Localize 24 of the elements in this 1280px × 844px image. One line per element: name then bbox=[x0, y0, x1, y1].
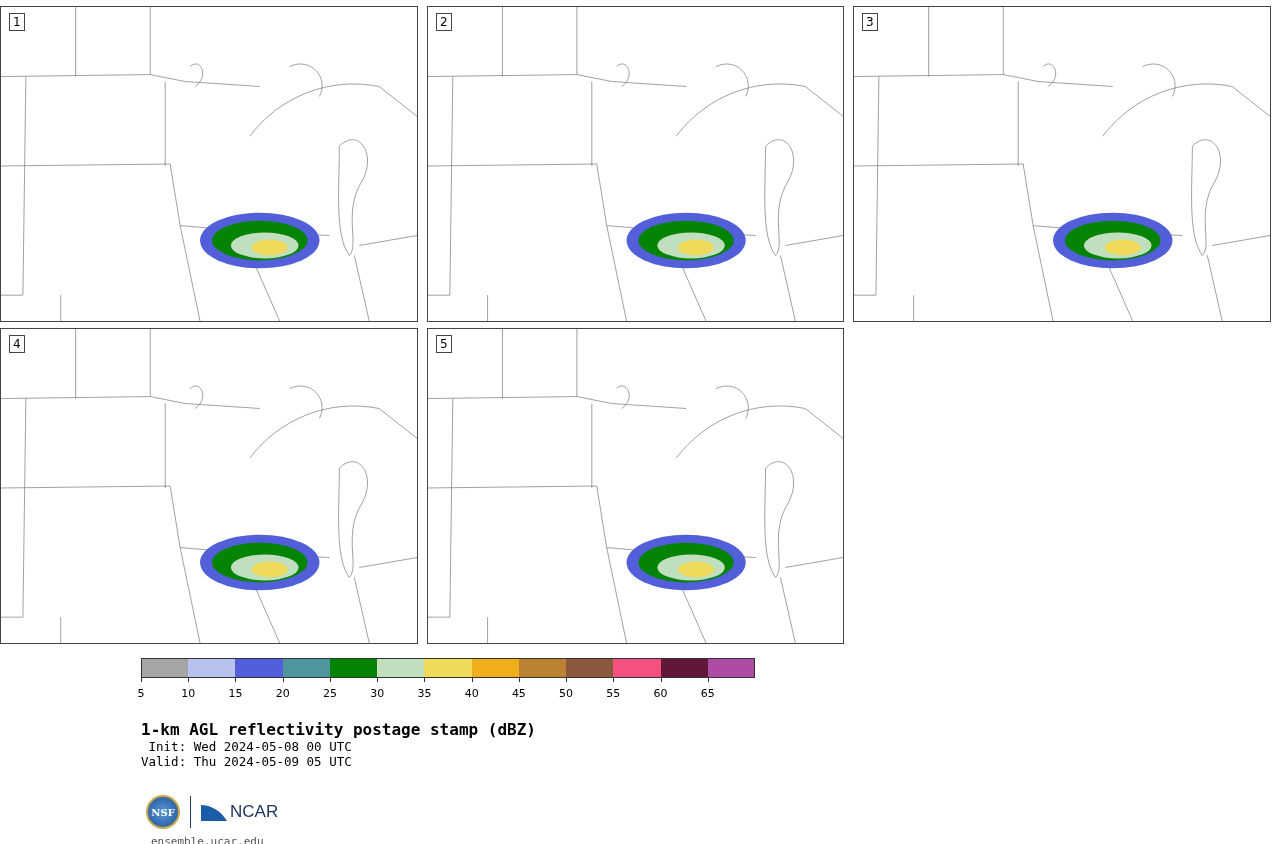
valid-time: Valid: Thu 2024-05-09 05 UTC bbox=[141, 754, 353, 769]
tick-label: 50 bbox=[559, 687, 574, 700]
tick-label: 5 bbox=[137, 687, 145, 700]
tick-label: 25 bbox=[322, 687, 337, 700]
tick-label: 40 bbox=[464, 687, 479, 700]
panel-number: 2 bbox=[436, 13, 452, 31]
nsf-logo: NSF bbox=[146, 795, 180, 829]
tick-label: 30 bbox=[370, 687, 385, 700]
panel-number: 4 bbox=[9, 335, 25, 353]
swoosh-icon bbox=[201, 803, 227, 821]
tick-label: 10 bbox=[181, 687, 196, 700]
tick-label: 60 bbox=[653, 687, 668, 700]
panel-number: 1 bbox=[9, 13, 25, 31]
init-time: Init: Wed 2024-05-08 00 UTC bbox=[147, 739, 353, 754]
tick-label: 55 bbox=[606, 687, 621, 700]
tick-label: 20 bbox=[275, 687, 290, 700]
tick-label: 15 bbox=[228, 687, 243, 700]
tick-label: 45 bbox=[511, 687, 526, 700]
tick-label: 65 bbox=[700, 687, 715, 700]
ncar-logo: NCAR bbox=[230, 802, 279, 822]
panel-number: 3 bbox=[862, 13, 878, 31]
chart-title: 1-km AGL reflectivity postage stamp (dBZ) bbox=[141, 720, 537, 739]
tick-label: 35 bbox=[417, 687, 432, 700]
panel-number: 5 bbox=[436, 335, 452, 353]
